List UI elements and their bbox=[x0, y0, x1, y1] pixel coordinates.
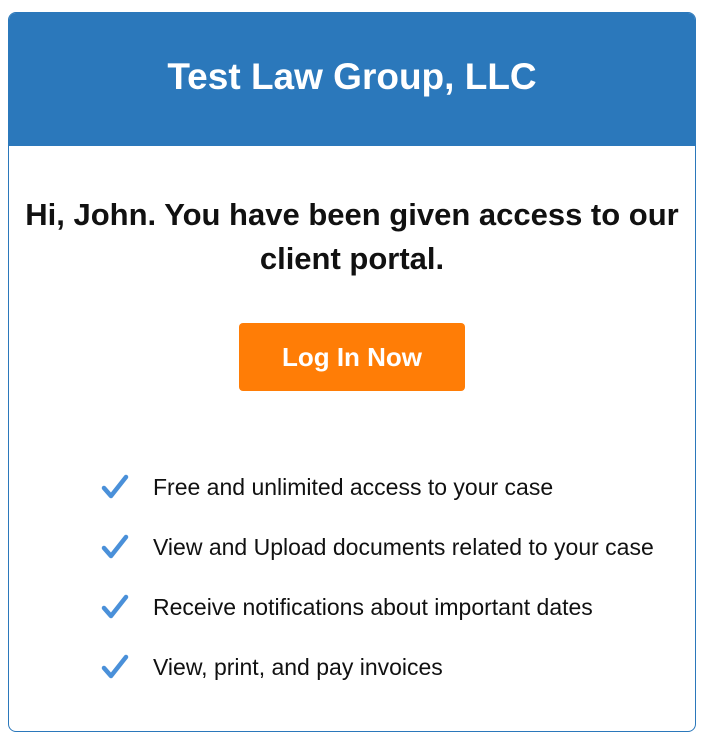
feature-text: Receive notifications about important da… bbox=[153, 593, 593, 620]
greeting-message: Hi, John. You have been given access to … bbox=[25, 197, 679, 276]
log-in-button[interactable]: Log In Now bbox=[239, 323, 465, 391]
firm-name: Test Law Group, LLC bbox=[167, 55, 537, 97]
feature-list: Free and unlimited access to your case V… bbox=[9, 457, 695, 697]
check-icon bbox=[101, 593, 129, 621]
header-banner: Test Law Group, LLC bbox=[9, 13, 695, 146]
feature-item: View and Upload documents related to you… bbox=[101, 517, 695, 577]
feature-text: Free and unlimited access to your case bbox=[153, 473, 554, 500]
check-icon bbox=[101, 473, 129, 501]
cta-container: Log In Now bbox=[9, 323, 695, 391]
feature-item: View, print, and pay invoices bbox=[101, 637, 695, 697]
feature-item: Free and unlimited access to your case bbox=[101, 457, 695, 517]
feature-text: View, print, and pay invoices bbox=[153, 653, 443, 680]
check-icon bbox=[101, 533, 129, 561]
check-icon bbox=[101, 653, 129, 681]
feature-item: Receive notifications about important da… bbox=[101, 577, 695, 637]
portal-invite-card: Test Law Group, LLC Hi, John. You have b… bbox=[8, 12, 696, 732]
feature-text: View and Upload documents related to you… bbox=[153, 533, 654, 560]
